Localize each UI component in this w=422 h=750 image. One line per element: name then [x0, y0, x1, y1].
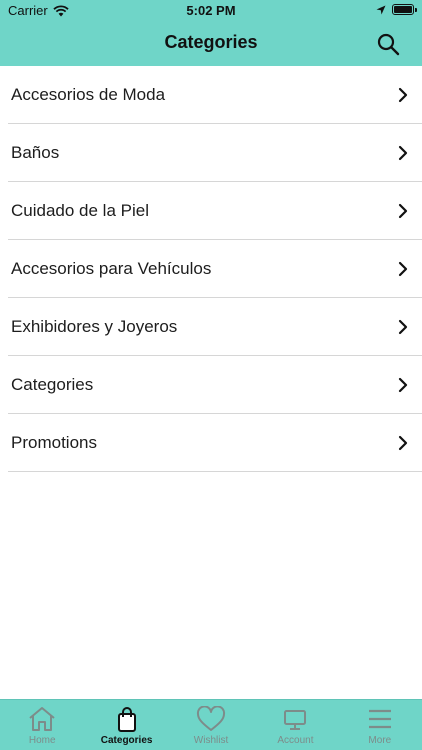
chevron-right-icon: [398, 145, 408, 160]
category-row-accesorios-para-vehiculos[interactable]: Accesorios para Vehículos: [8, 240, 422, 298]
category-row-accesorios-de-moda[interactable]: Accesorios de Moda: [8, 66, 422, 124]
tab-home-label: Home: [28, 735, 56, 746]
tab-wishlist[interactable]: Wishlist: [169, 700, 253, 750]
category-label: Accesorios de Moda: [11, 84, 166, 104]
heart-icon: [197, 706, 226, 731]
battery-icon: [392, 4, 417, 15]
chevron-right-icon: [398, 377, 408, 392]
monitor-icon: [284, 710, 307, 730]
status-time: 5:02 PM: [186, 3, 236, 18]
chevron-right-icon: [398, 435, 408, 450]
chevron-right-icon: [398, 87, 408, 102]
tab-wishlist-label: Wishlist: [193, 735, 229, 746]
category-row-cuidado-de-la-piel[interactable]: Cuidado de la Piel: [8, 182, 422, 240]
category-row-promotions[interactable]: Promotions: [8, 414, 422, 472]
tab-account[interactable]: Account: [253, 700, 337, 750]
category-label: Exhibidores y Joyeros: [11, 316, 178, 336]
home-icon: [29, 707, 55, 731]
category-label: Categories: [11, 374, 94, 394]
tab-categories[interactable]: Categories: [84, 700, 168, 750]
tab-account-label: Account: [277, 735, 314, 746]
category-row-banos[interactable]: Baños: [8, 124, 422, 182]
location-arrow-icon: [376, 5, 386, 14]
category-row-categories[interactable]: Categories: [8, 356, 422, 414]
battery-level: [394, 6, 412, 13]
search-icon: [377, 33, 400, 56]
category-label: Baños: [11, 142, 60, 162]
tab-home[interactable]: Home: [0, 700, 84, 750]
chevron-right-icon: [398, 203, 408, 218]
tab-categories-label: Categories: [100, 735, 153, 746]
category-label: Cuidado de la Piel: [11, 200, 149, 220]
bottom-tab-bar: Home Categories Wishlist Account More: [0, 699, 422, 750]
status-right-group: [376, 4, 417, 15]
tab-more-label: More: [368, 735, 392, 746]
menu-icon: [368, 709, 391, 729]
chevron-right-icon: [398, 261, 408, 276]
chevron-right-icon: [398, 319, 408, 334]
app-header: Carrier 5:02 PM Categories: [0, 0, 422, 66]
category-label: Promotions: [11, 432, 97, 452]
category-row-exhibidores-y-joyeros[interactable]: Exhibidores y Joyeros: [8, 298, 422, 356]
tab-more[interactable]: More: [338, 700, 422, 750]
category-list: Accesorios de Moda Baños Cuidado de la P…: [8, 66, 422, 472]
category-label: Accesorios para Vehículos: [11, 258, 212, 278]
page-title: Categories: [164, 32, 258, 52]
search-button[interactable]: [376, 32, 400, 56]
status-bar: Carrier 5:02 PM: [0, 0, 422, 22]
shopping-bag-icon: [117, 707, 136, 732]
